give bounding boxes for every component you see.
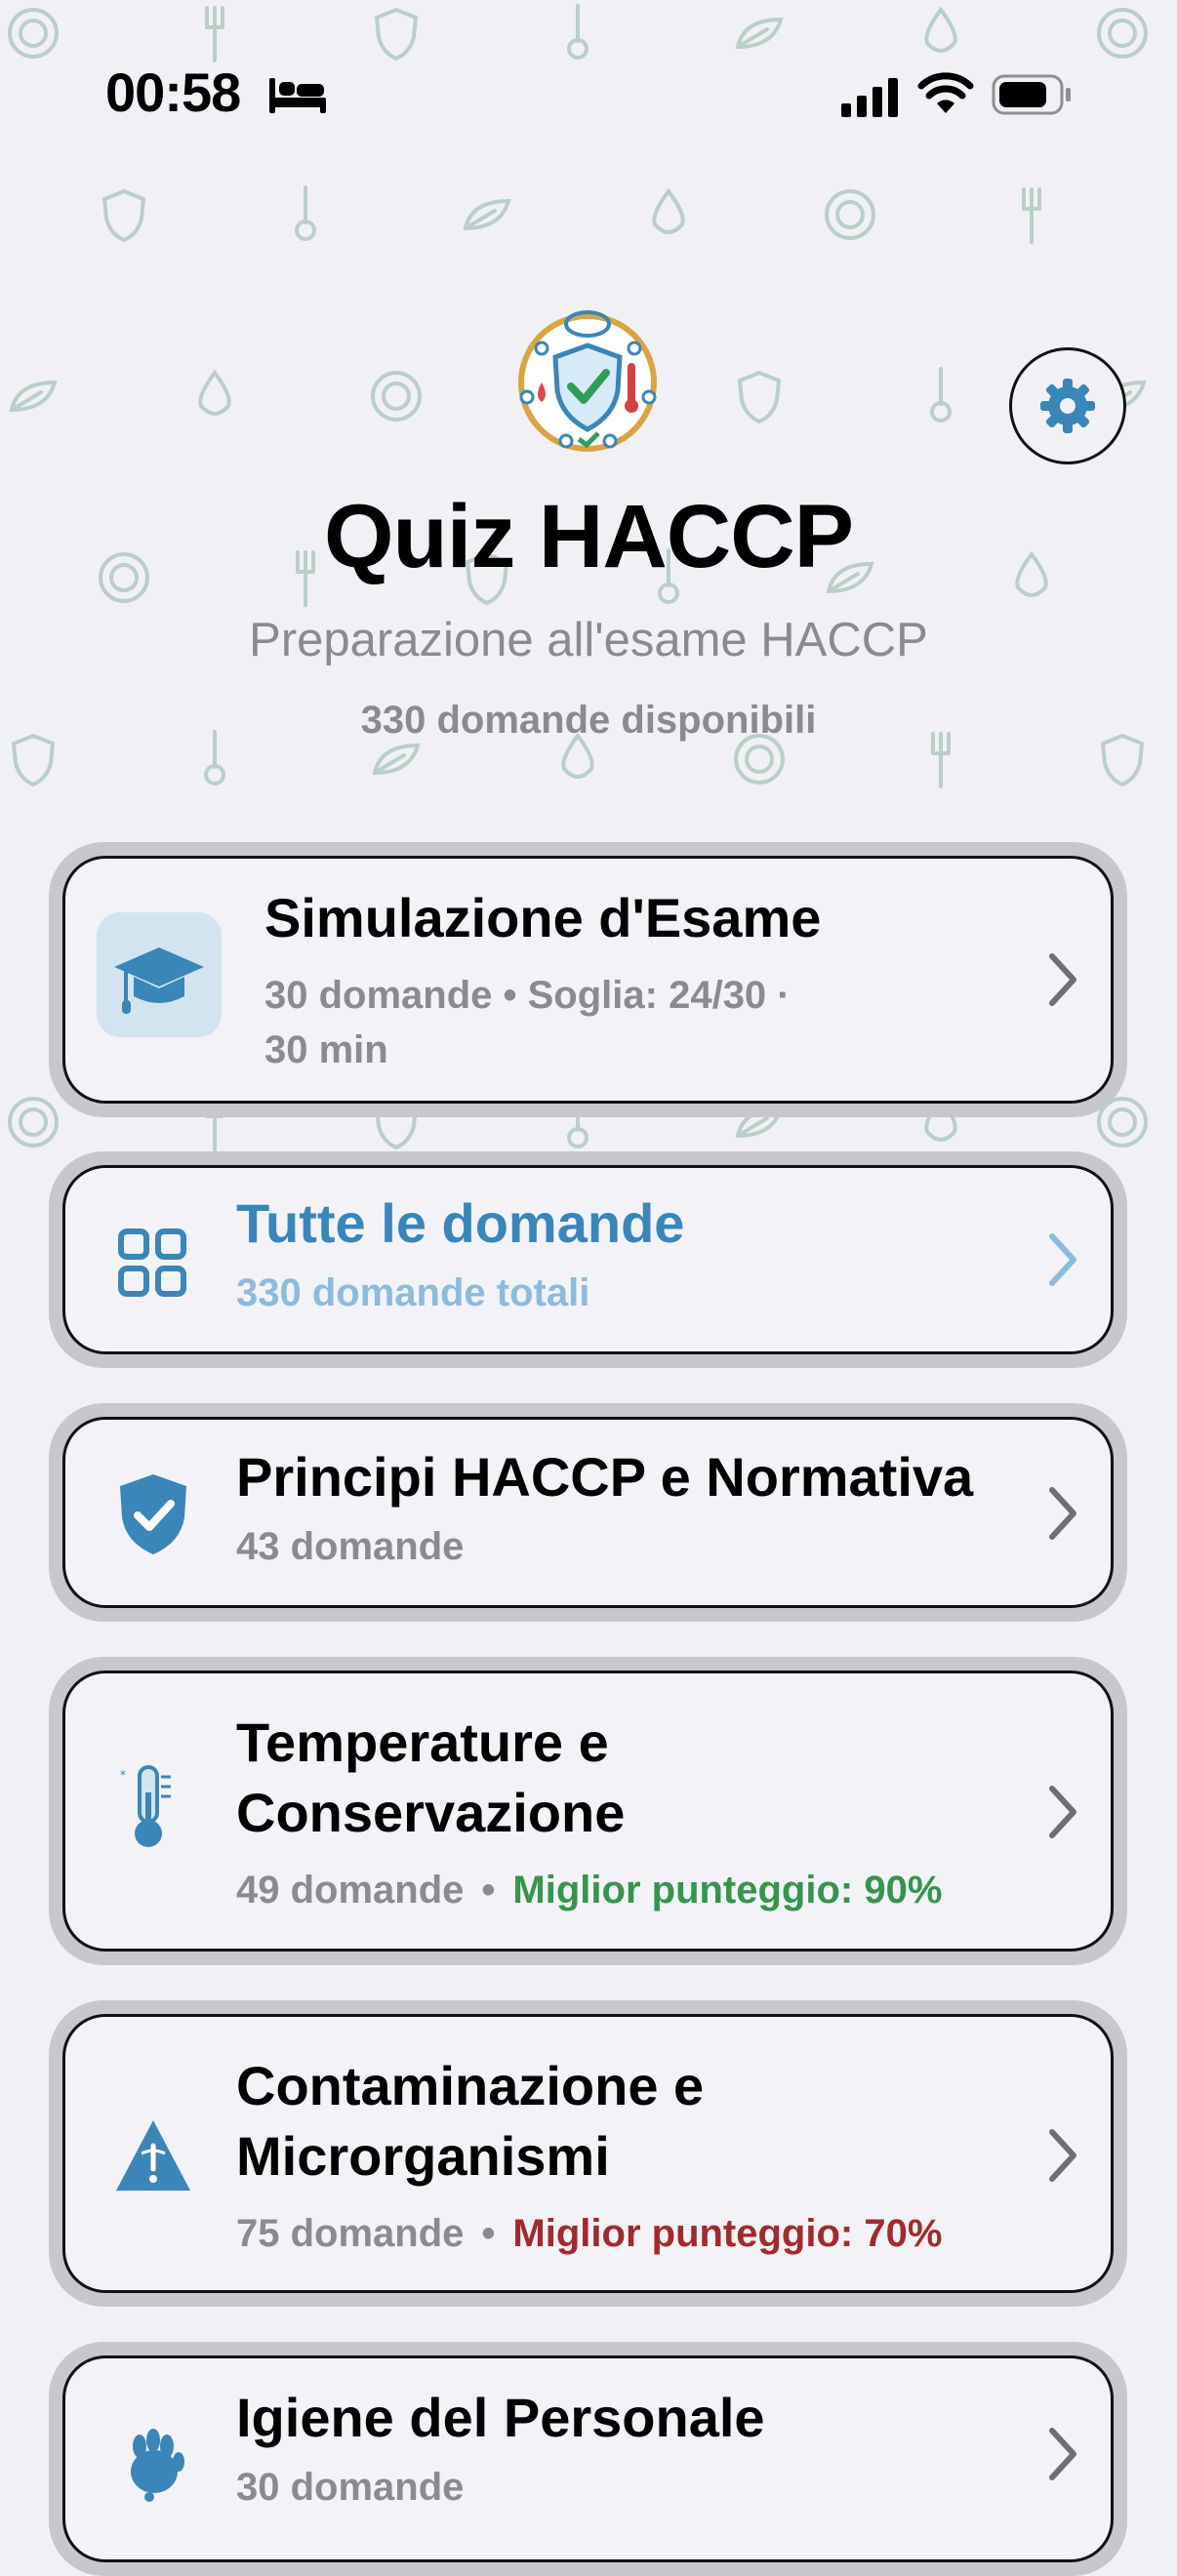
grid-icon — [118, 1228, 186, 1297]
category-meta-row: 75 domande • Miglior punteggio: 70% — [236, 2206, 942, 2261]
chevron-right-icon — [1049, 2129, 1076, 2182]
category-title-line-1: Temperature e — [236, 1711, 609, 1773]
category-card-contamination[interactable]: Contaminazione e Microrganismi 75 domand… — [49, 2000, 1127, 2307]
exam-details-line-2: 30 min — [264, 1028, 388, 1071]
page-subtitle: Preparazione all'esame HACCP — [249, 614, 928, 666]
shield-check-icon — [120, 1474, 186, 1554]
all-questions-subtitle: 330 domande totali — [236, 1271, 590, 1314]
category-question-count: 30 domande — [236, 2466, 465, 2509]
category-question-count: 49 domande — [236, 1869, 465, 1912]
gear-icon — [1040, 379, 1095, 433]
haccp-shield-logo — [518, 310, 657, 452]
category-question-count: 43 domande — [236, 1525, 465, 1568]
settings-button[interactable] — [1009, 347, 1126, 464]
chevron-right-icon — [1049, 1233, 1076, 1286]
available-questions-count: 330 domande disponibili — [360, 699, 817, 742]
warning-triangle-icon — [116, 2120, 190, 2191]
exam-details-line-1: 30 domande • Soglia: 24/30 · — [264, 974, 791, 1017]
best-score: Miglior punteggio: 70% — [512, 2212, 943, 2255]
category-title: Igiene del Personale — [236, 2387, 765, 2448]
chevron-right-icon — [1049, 1786, 1076, 1838]
category-title-line-2: Conservazione — [236, 1782, 626, 1843]
svg-text:*: * — [120, 1768, 126, 1782]
chevron-right-icon — [1049, 1487, 1076, 1540]
separator-dot: • — [481, 1869, 496, 1912]
category-meta-row: 49 domande • Miglior punteggio: 90% — [236, 1863, 942, 1917]
separator-dot: • — [481, 2212, 496, 2255]
status-time: 00:58 — [105, 61, 241, 123]
all-questions-card[interactable]: Tutte le domande 330 domande totali — [49, 1151, 1127, 1368]
chevron-right-icon — [1049, 2428, 1076, 2480]
exam-simulation-card[interactable]: Simulazione d'Esame 30 domande • Soglia:… — [49, 842, 1127, 1117]
hand-icon — [131, 2429, 184, 2502]
thermometer-icon: * — [120, 1765, 171, 1847]
category-question-count: 75 domande — [236, 2212, 465, 2255]
category-card-personal-hygiene[interactable]: Igiene del Personale 30 domande — [49, 2342, 1127, 2576]
exam-title: Simulazione d'Esame — [264, 887, 822, 948]
all-questions-title: Tutte le domande — [236, 1192, 685, 1254]
graduation-cap-icon — [97, 912, 222, 1037]
chevron-right-icon — [1049, 953, 1076, 1006]
category-card-temperature[interactable]: * Temperature e Conservazione 49 domande… — [49, 1657, 1127, 1965]
category-title-line-2: Microrganismi — [236, 2125, 610, 2187]
page-title: Quiz HACCP — [324, 487, 854, 586]
category-title-line-1: Contaminazione e — [236, 2055, 705, 2116]
cellular-signal-icon — [841, 78, 898, 117]
best-score: Miglior punteggio: 90% — [512, 1869, 943, 1912]
category-card-haccp-principles[interactable]: Principi HACCP e Normativa 43 domande — [49, 1403, 1127, 1622]
bed-icon — [269, 78, 326, 113]
category-title: Principi HACCP e Normativa — [236, 1446, 974, 1508]
wifi-icon — [917, 72, 974, 113]
battery-icon — [992, 74, 1071, 115]
